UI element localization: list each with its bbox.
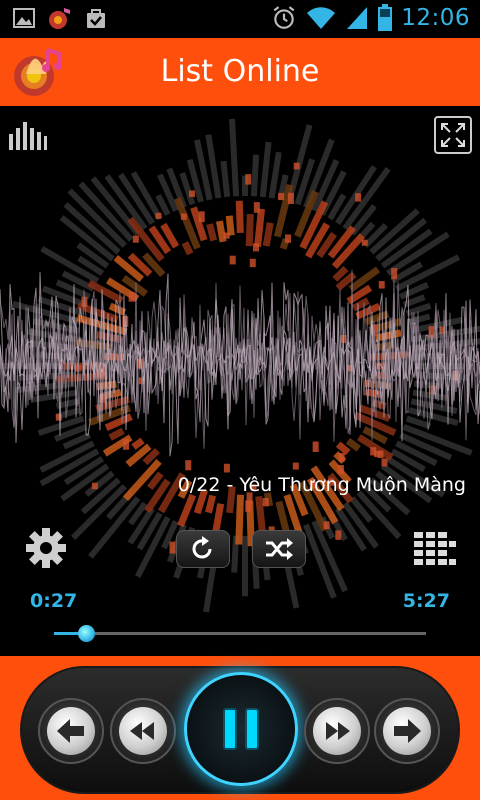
total-time: 5:27 xyxy=(402,590,450,612)
next-track-button[interactable] xyxy=(374,698,440,764)
settings-gear-icon[interactable] xyxy=(24,526,68,570)
pause-button[interactable] xyxy=(184,672,298,786)
visualizer-graphic xyxy=(0,118,480,613)
arrow-left-icon xyxy=(57,719,84,743)
song-title: 0/22 - Yêu Thương Muộn Màng xyxy=(177,474,466,496)
app-header: List Online xyxy=(0,38,480,106)
page-title: List Online xyxy=(160,54,320,89)
previous-track-button[interactable] xyxy=(38,698,104,764)
status-bar: 12:06 xyxy=(0,0,480,38)
arrow-right-icon xyxy=(394,719,421,743)
shuffle-button[interactable] xyxy=(252,530,306,568)
battery-icon xyxy=(378,4,393,31)
seek-bar-thumb[interactable] xyxy=(77,625,95,642)
current-time: 0:27 xyxy=(30,590,78,612)
fast-forward-button[interactable] xyxy=(304,698,370,764)
fullscreen-button[interactable] xyxy=(434,116,472,154)
shuffle-icon xyxy=(266,538,293,560)
rewind-button[interactable] xyxy=(110,698,176,764)
audio-visualizer xyxy=(0,106,480,656)
wifi-icon xyxy=(307,7,336,30)
music-notification-icon xyxy=(49,8,70,29)
expand-icon xyxy=(441,123,465,147)
gallery-icon xyxy=(13,8,35,28)
signal-icon xyxy=(347,7,368,29)
seek-bar[interactable] xyxy=(54,625,426,642)
repeat-icon xyxy=(192,536,212,559)
equalizer-icon[interactable] xyxy=(8,120,48,152)
rewind-icon xyxy=(130,722,154,740)
fast-forward-icon xyxy=(326,722,350,740)
clock: 12:06 xyxy=(401,5,470,31)
alarm-icon xyxy=(273,6,295,29)
pause-icon xyxy=(223,708,259,750)
shopping-bag-icon xyxy=(87,9,105,28)
repeat-button[interactable] xyxy=(176,530,230,568)
playlist-icon[interactable] xyxy=(414,530,456,568)
